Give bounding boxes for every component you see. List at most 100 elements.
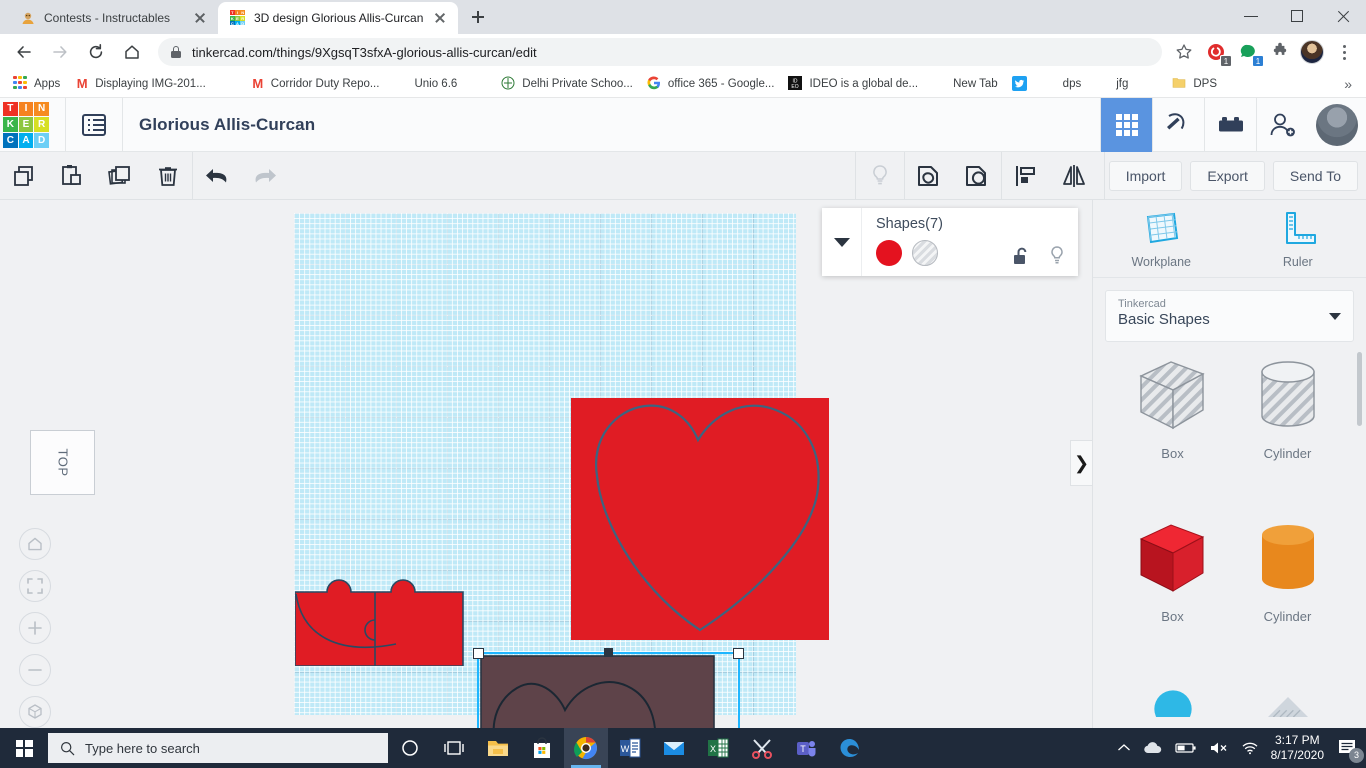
mail-button[interactable] [652, 728, 696, 768]
cortana-button[interactable] [388, 728, 432, 768]
home-icon[interactable] [118, 38, 146, 66]
copy-button[interactable] [0, 152, 48, 200]
teams-button[interactable]: T [784, 728, 828, 768]
inspector-collapse-button[interactable] [822, 208, 862, 276]
bookmark-apps[interactable]: Apps [6, 73, 67, 95]
maximize-button[interactable] [1274, 0, 1320, 32]
bookmark-item[interactable]: Delhi Private Schoo... [494, 73, 640, 95]
hole-swatch[interactable] [912, 240, 938, 266]
bookmark-folder[interactable]: DPS [1165, 73, 1224, 95]
delete-button[interactable] [144, 152, 192, 200]
microsoft-store-button[interactable] [520, 728, 564, 768]
zoom-in-button[interactable] [19, 612, 51, 644]
close-icon[interactable] [192, 10, 208, 26]
export-button[interactable]: Export [1190, 160, 1265, 191]
user-avatar[interactable] [1316, 103, 1358, 146]
group-button[interactable] [905, 152, 953, 200]
bookmark-item[interactable]: M Displaying IMG-201... [67, 75, 213, 93]
resize-handle[interactable] [733, 648, 744, 659]
redo-button[interactable] [241, 152, 289, 200]
bookmark-item[interactable]: ID EO IDEO is a global de... [781, 73, 925, 95]
cloud-icon[interactable] [1143, 741, 1163, 755]
address-bar[interactable]: tinkercad.com/things/9XgsqT3sfxA-gloriou… [158, 38, 1162, 66]
word-button[interactable]: W [608, 728, 652, 768]
close-icon[interactable] [432, 10, 448, 26]
lightbulb-icon[interactable] [1048, 245, 1066, 267]
bookmark-item[interactable] [1135, 73, 1165, 95]
paste-button[interactable] [48, 152, 96, 200]
notification-button[interactable]: 3 [1336, 737, 1364, 763]
forward-arrow-icon[interactable] [46, 38, 74, 66]
reload-icon[interactable] [82, 38, 110, 66]
bookmark-item[interactable]: M Corridor Duty Repo... [243, 75, 387, 93]
close-window-button[interactable] [1320, 0, 1366, 32]
start-button[interactable] [0, 728, 48, 768]
unlock-icon[interactable] [1012, 246, 1030, 266]
bookmark-item[interactable]: office 365 - Google... [640, 73, 782, 95]
bookmark-item[interactable]: Unio 6.6 [386, 73, 464, 95]
ortho-perspective-button[interactable] [19, 696, 51, 728]
excel-button[interactable]: X [696, 728, 740, 768]
design-list-button[interactable] [66, 98, 122, 152]
blocks-button[interactable] [1204, 97, 1256, 152]
chrome-menu-icon[interactable] [1331, 39, 1357, 65]
shape-inspector-panel[interactable]: Shapes(7) [822, 208, 1078, 276]
selected-shape-group[interactable] [473, 648, 744, 728]
bookmark-item[interactable] [464, 73, 494, 95]
mirror-button[interactable] [1050, 152, 1098, 200]
taskbar-clock[interactable]: 3:17 PM 8/17/2020 [1271, 733, 1324, 763]
designs-grid-button[interactable] [1100, 97, 1152, 152]
wifi-icon[interactable] [1241, 741, 1259, 755]
browser-tab[interactable]: TINKER CAD 3D design Glorious Allis-Curca… [218, 2, 458, 34]
snip-sketch-button[interactable] [740, 728, 784, 768]
extension-red-icon[interactable]: 1 [1203, 39, 1232, 67]
task-view-button[interactable] [432, 728, 476, 768]
shape-item-solid-box[interactable]: Box [1115, 513, 1230, 665]
chevron-up-icon[interactable] [1117, 743, 1131, 753]
ungroup-button[interactable] [953, 152, 1001, 200]
extension-green-icon[interactable]: 1 [1235, 39, 1264, 67]
shape-item-solid-cylinder[interactable]: Cylinder [1230, 513, 1345, 665]
undo-button[interactable] [193, 152, 241, 200]
speaker-muted-icon[interactable] [1209, 741, 1229, 755]
home-view-button[interactable] [19, 528, 51, 560]
solid-swatch[interactable] [876, 240, 902, 266]
battery-icon[interactable] [1175, 742, 1197, 754]
bookmark-star-icon[interactable] [1171, 39, 1197, 65]
edge-button[interactable] [828, 728, 872, 768]
heart-shape[interactable] [571, 398, 829, 640]
panel-scrollbar[interactable] [1357, 352, 1362, 426]
chrome-button[interactable] [564, 728, 608, 768]
import-button[interactable]: Import [1108, 160, 1183, 191]
shape-library-select[interactable]: Tinkercad Basic Shapes [1105, 290, 1354, 342]
zoom-out-button[interactable] [19, 654, 51, 686]
back-arrow-icon[interactable] [10, 38, 38, 66]
resize-handle[interactable] [604, 648, 613, 657]
send-to-button[interactable]: Send To [1272, 160, 1358, 191]
tinkercad-logo[interactable]: TIN KER CAD [3, 101, 49, 148]
browser-tab[interactable]: Contests - Instructables [8, 2, 218, 34]
bookmark-item[interactable]: New Tab [925, 73, 1005, 95]
file-explorer-button[interactable] [476, 728, 520, 768]
collapse-panel-button[interactable]: ❯ [1070, 440, 1092, 486]
puzzle-shape[interactable] [295, 572, 465, 666]
minecraft-button[interactable] [1152, 97, 1204, 152]
duplicate-button[interactable] [96, 152, 144, 200]
shape-item-hole-box[interactable]: Box [1115, 350, 1230, 502]
taskbar-search[interactable]: Type here to search [48, 733, 388, 763]
3d-canvas[interactable]: Workplane [0, 200, 1092, 728]
ruler-tool[interactable]: Ruler [1230, 200, 1366, 277]
profile-avatar[interactable] [1299, 39, 1325, 65]
view-cube[interactable]: TOP [30, 430, 95, 495]
new-tab-button[interactable] [464, 3, 492, 31]
resize-handle[interactable] [473, 648, 484, 659]
bookmark-item[interactable] [213, 73, 243, 95]
bookmark-item[interactable] [1005, 73, 1035, 95]
minimize-button[interactable] [1228, 0, 1274, 32]
align-button[interactable] [1002, 152, 1050, 200]
extensions-puzzle-icon[interactable] [1267, 39, 1293, 65]
light-button[interactable] [856, 152, 904, 200]
invite-button[interactable] [1256, 97, 1308, 152]
bookmark-item[interactable]: jfg [1088, 73, 1135, 95]
fit-to-view-button[interactable] [19, 570, 51, 602]
